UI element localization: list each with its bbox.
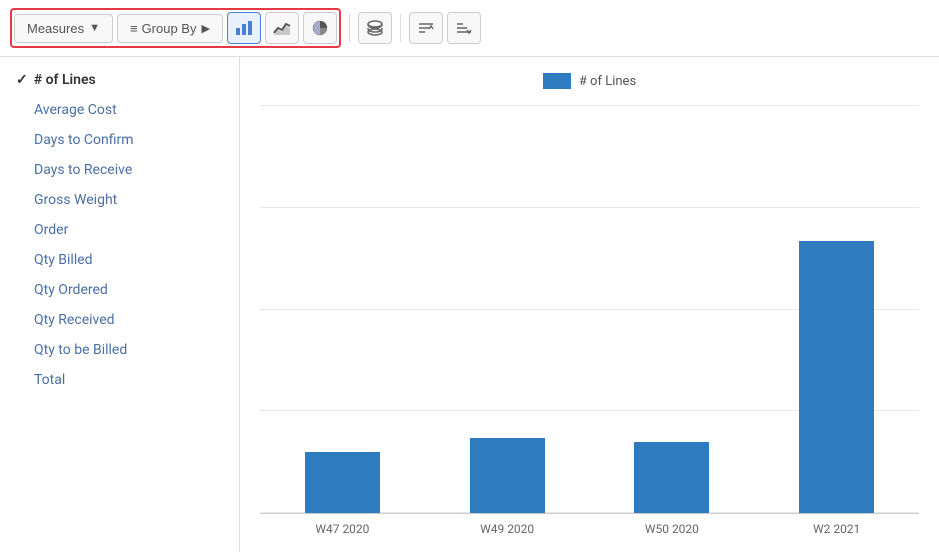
sidebar-item-label: Qty Ordered bbox=[34, 282, 108, 298]
sidebar-item-gross-weight[interactable]: Gross Weight bbox=[0, 185, 239, 215]
sidebar-item-lines[interactable]: ✓ # of Lines bbox=[0, 65, 239, 95]
sidebar-item-label: Days to Confirm bbox=[34, 132, 134, 148]
sidebar-list: ✓ # of Lines Average Cost Days to Confirm Da… bbox=[0, 65, 239, 395]
sidebar-item-label: Total bbox=[34, 372, 65, 388]
sidebar-item-avg-cost[interactable]: Average Cost bbox=[0, 95, 239, 125]
group-by-label: Group By bbox=[142, 21, 197, 36]
sidebar-item-qty-to-billed[interactable]: Qty to be Billed bbox=[0, 335, 239, 365]
check-icon: ✓ bbox=[16, 72, 28, 88]
sidebar-item-label: Qty Received bbox=[34, 312, 115, 328]
sidebar-item-order[interactable]: Order bbox=[0, 215, 239, 245]
sidebar-item-label: Order bbox=[34, 222, 68, 238]
bar-group bbox=[425, 438, 590, 513]
sidebar-item-label: Qty Billed bbox=[34, 252, 93, 268]
bar[interactable] bbox=[305, 452, 380, 513]
chart-area: # of Lines W47 2020W49 2020W50 2020W2 20… bbox=[240, 57, 939, 552]
line-chart-button[interactable] bbox=[265, 12, 299, 44]
sort-asc-icon bbox=[417, 19, 435, 37]
sidebar-item-days-receive[interactable]: Days to Receive bbox=[0, 155, 239, 185]
measures-label: Measures bbox=[27, 21, 84, 36]
bar-chart-button[interactable] bbox=[227, 12, 261, 44]
line-chart-icon bbox=[273, 19, 291, 37]
sidebar: ✓ # of Lines Average Cost Days to Confirm Da… bbox=[0, 57, 240, 552]
group-by-arrow-icon: ▶ bbox=[201, 22, 209, 35]
sort-desc-button[interactable] bbox=[447, 12, 481, 44]
bar-group bbox=[260, 452, 425, 513]
bars-wrapper bbox=[260, 105, 919, 514]
bar[interactable] bbox=[470, 438, 545, 513]
sort-desc-icon bbox=[455, 19, 473, 37]
measures-button[interactable]: Measures ▼ bbox=[14, 14, 113, 43]
sidebar-item-qty-received[interactable]: Qty Received bbox=[0, 305, 239, 335]
group-by-button[interactable]: ≡ Group By ▶ bbox=[117, 14, 223, 43]
bar-group bbox=[590, 442, 755, 513]
main-content: ✓ # of Lines Average Cost Days to Confirm Da… bbox=[0, 57, 939, 552]
toolbar: Measures ▼ ≡ Group By ▶ bbox=[0, 0, 939, 57]
sidebar-item-label: Days to Receive bbox=[34, 162, 132, 178]
bar[interactable] bbox=[799, 241, 874, 513]
toolbar-separator-2 bbox=[400, 14, 401, 42]
toolbar-separator-1 bbox=[349, 14, 350, 42]
legend-color-box bbox=[543, 73, 571, 89]
sidebar-item-label: # of Lines bbox=[34, 72, 96, 88]
sidebar-item-label: Average Cost bbox=[34, 102, 117, 118]
sidebar-item-days-confirm[interactable]: Days to Confirm bbox=[0, 125, 239, 155]
chart-container: W47 2020W49 2020W50 2020W2 2021 bbox=[260, 105, 919, 536]
x-axis-label: W49 2020 bbox=[425, 522, 590, 536]
sidebar-item-label: Gross Weight bbox=[34, 192, 117, 208]
stack-icon bbox=[366, 19, 384, 37]
sidebar-item-label: Qty to be Billed bbox=[34, 342, 127, 358]
chart-legend: # of Lines bbox=[260, 73, 919, 89]
bar-chart-icon bbox=[235, 19, 253, 37]
sidebar-item-qty-ordered[interactable]: Qty Ordered bbox=[0, 275, 239, 305]
x-axis-label: W47 2020 bbox=[260, 522, 425, 536]
sidebar-item-qty-billed[interactable]: Qty Billed bbox=[0, 245, 239, 275]
sort-asc-button[interactable] bbox=[409, 12, 443, 44]
x-axis-label: W50 2020 bbox=[590, 522, 755, 536]
bar[interactable] bbox=[634, 442, 709, 513]
pivot-button[interactable] bbox=[358, 12, 392, 44]
pie-chart-button[interactable] bbox=[303, 12, 337, 44]
x-labels: W47 2020W49 2020W50 2020W2 2021 bbox=[260, 522, 919, 536]
highlighted-group: Measures ▼ ≡ Group By ▶ bbox=[10, 8, 341, 48]
group-by-lines-icon: ≡ bbox=[130, 21, 137, 36]
bar-group bbox=[754, 241, 919, 513]
legend-label: # of Lines bbox=[579, 74, 636, 89]
measures-dropdown-icon: ▼ bbox=[89, 22, 100, 34]
x-axis-label: W2 2021 bbox=[754, 522, 919, 536]
pie-chart-icon bbox=[311, 19, 329, 37]
sidebar-item-total[interactable]: Total bbox=[0, 365, 239, 395]
